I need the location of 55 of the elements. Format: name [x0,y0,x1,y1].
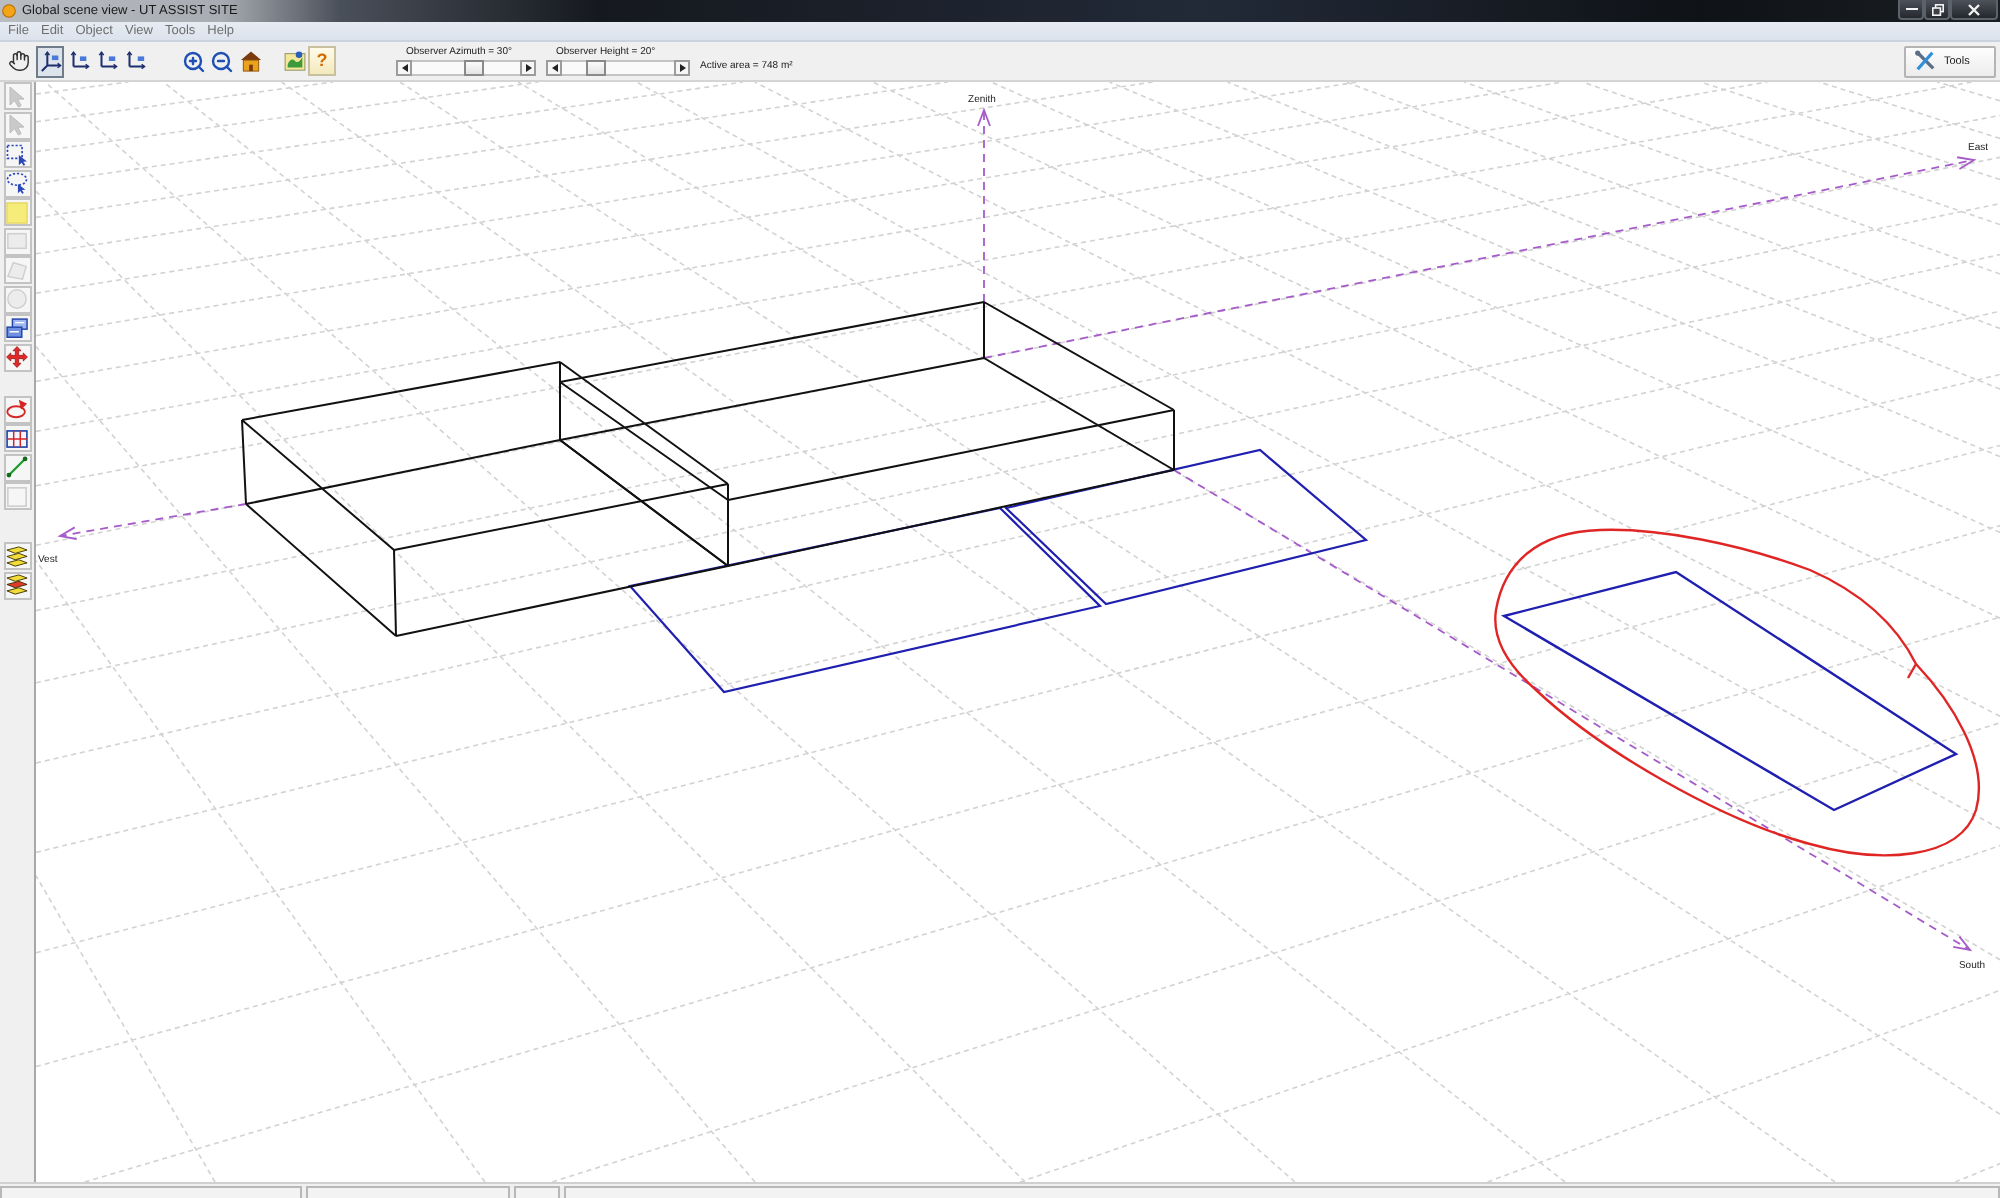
view-button[interactable] [36,45,64,77]
right-arrow-icon [525,64,531,72]
tool-button[interactable] [3,140,31,168]
minimize-button[interactable] [1898,0,1924,20]
rotate-icon [6,398,28,420]
rectangle-icon [6,230,28,252]
left-arrow-icon [551,64,557,72]
zoom-in-icon [182,49,206,73]
axes-icon [67,50,89,72]
axes-icon [95,50,117,72]
app-icon [2,4,16,18]
scroll-left-button[interactable] [396,60,412,76]
tool-button[interactable] [3,314,31,342]
slider-thumb[interactable] [464,60,485,76]
slider-thumb[interactable] [585,60,605,76]
hand-icon [7,50,29,72]
layers-icon [6,317,28,339]
zoom-out-icon [210,49,234,73]
house-icon [239,50,261,72]
restore-button[interactable] [1924,0,1950,20]
scroll-left-button[interactable] [546,60,562,76]
help-button[interactable]: ? [308,46,336,76]
axes-icon [39,50,61,72]
restore-icon [1931,3,1943,15]
move-icon [6,346,28,368]
tool-button[interactable] [3,343,31,371]
lasso-icon [6,172,28,194]
tool-button[interactable] [3,424,31,452]
square-outline-icon [6,485,28,507]
minimize-icon [1905,7,1917,11]
line-icon [6,456,28,478]
tool-button[interactable] [3,169,31,197]
tool-button[interactable] [3,571,31,599]
map-icon [283,50,305,72]
stack-icon [6,574,28,596]
tool-button[interactable] [3,542,31,570]
tool-button[interactable] [3,395,31,423]
close-button[interactable] [1950,0,1998,20]
close-icon [1968,3,1980,15]
dotted-rectangle-icon [6,143,28,165]
tool-button[interactable] [3,453,31,481]
square-icon [6,201,28,223]
grid-icon [6,427,28,449]
pointer-icon [6,85,28,107]
pointer-icon [6,114,28,136]
polygon-icon [6,259,28,281]
right-arrow-icon [679,64,685,72]
scroll-right-button[interactable] [520,60,536,76]
stack-icon [6,545,28,567]
axes-icon [123,50,145,72]
pan-button[interactable] [4,45,32,77]
scroll-right-button[interactable] [674,60,690,76]
circle-icon [6,288,28,310]
tools-icon [1914,50,1936,72]
left-arrow-icon [401,64,407,72]
